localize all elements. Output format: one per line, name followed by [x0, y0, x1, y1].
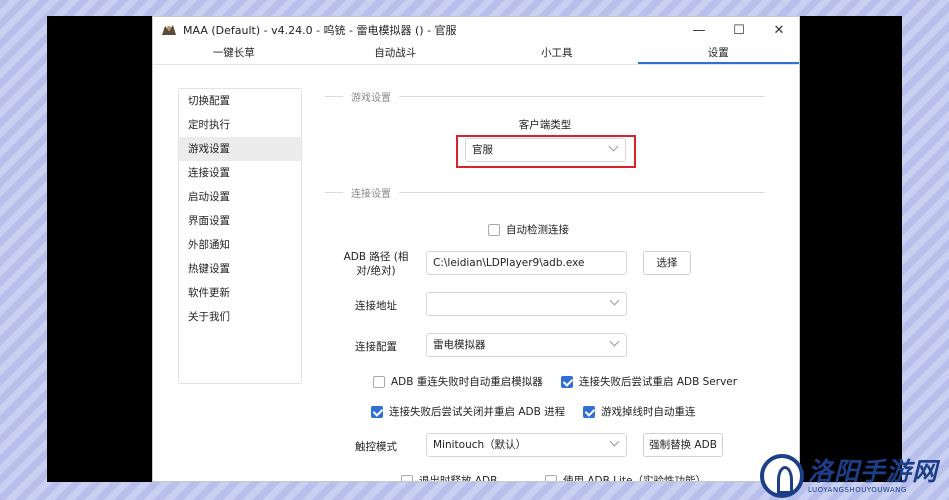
client-type-label: 客户端类型: [518, 119, 572, 131]
release-adb-checkbox[interactable]: 退出时释放 ADB: [401, 473, 498, 482]
chevron-down-icon: [609, 336, 620, 347]
auto-detect-label: 自动检测连接: [506, 224, 569, 236]
sidebar-item-hotkeys[interactable]: 热键设置: [179, 257, 301, 281]
auto-reconnect-label: 游戏掉线时自动重连: [601, 406, 696, 418]
connection-config-value: 雷电模拟器: [433, 339, 486, 351]
app-logo-icon: [161, 23, 177, 37]
game-settings-header: 游戏设置: [325, 89, 765, 104]
restart-emulator-label: ADB 重连失败时自动重启模拟器: [391, 376, 543, 388]
restart-adb-server-checkbox[interactable]: 连接失败后尝试重启 ADB Server: [561, 374, 737, 389]
touch-mode-label: 触控模式: [355, 441, 397, 453]
connection-config-label: 连接配置: [355, 341, 397, 353]
adb-lite-label: 使用 ADB Lite（实验性功能）: [563, 475, 706, 482]
auto-reconnect-checkbox[interactable]: 游戏掉线时自动重连: [583, 404, 696, 419]
sidebar-item-game-settings[interactable]: 游戏设置: [179, 137, 301, 161]
watermark-text-en: LUOYANGSHOUYOUWANG: [808, 486, 907, 494]
main-tabs: 一键长草 自动战斗 小工具 设置: [153, 43, 799, 65]
adb-lite-checkbox[interactable]: 使用 ADB Lite（实验性功能）: [545, 473, 706, 482]
watermark-text: 洛阳手游网 LUOYANGSHOUYOUWANG: [808, 457, 939, 495]
connection-address-select[interactable]: [426, 292, 627, 316]
select-adb-button[interactable]: 选择: [643, 251, 691, 275]
tab-one-click[interactable]: 一键长草: [153, 43, 315, 64]
kill-adb-process-checkbox[interactable]: 连接失败后尝试关闭并重启 ADB 进程: [371, 404, 565, 419]
settings-sidebar: 切换配置 定时执行 游戏设置 连接设置 启动设置 界面设置 外部通知 热键设置 …: [178, 88, 302, 384]
site-watermark: 洛阳手游网 LUOYANGSHOUYOUWANG: [760, 452, 949, 500]
auto-detect-checkbox[interactable]: 自动检测连接: [488, 222, 569, 237]
divider: [399, 192, 765, 193]
sidebar-item-interface[interactable]: 界面设置: [179, 209, 301, 233]
restart-adb-server-label: 连接失败后尝试重启 ADB Server: [579, 376, 738, 388]
checkbox-checked: [583, 405, 595, 418]
title-bar: MAA (Default) - v4.24.0 - 呜铳 - 雷电模拟器 () …: [153, 17, 799, 43]
touch-mode-value: Minitouch（默认）: [433, 439, 527, 451]
chevron-down-icon: [609, 295, 620, 306]
tab-settings[interactable]: 设置: [637, 43, 799, 64]
right-black-border: [800, 16, 902, 482]
restart-emulator-checkbox[interactable]: ADB 重连失败时自动重启模拟器: [373, 374, 543, 389]
adb-path-input[interactable]: C:\leidian\LDPlayer9\adb.exe: [426, 251, 627, 275]
tab-tools[interactable]: 小工具: [476, 43, 638, 64]
touch-mode-select[interactable]: Minitouch（默认）: [426, 433, 627, 457]
checkbox-box: [545, 474, 557, 481]
checkbox-checked: [371, 405, 383, 418]
close-button[interactable]: ✕: [759, 17, 799, 43]
kill-adb-process-label: 连接失败后尝试关闭并重启 ADB 进程: [389, 406, 566, 418]
left-black-border: [47, 16, 152, 482]
connection-config-select[interactable]: 雷电模拟器: [426, 333, 627, 357]
watermark-text-cn: 洛阳手游网: [808, 457, 939, 486]
divider: [399, 96, 765, 97]
adb-path-label: ADB 路径 (相对/绝对): [343, 251, 409, 277]
chevron-down-icon: [609, 436, 620, 447]
maa-window: MAA (Default) - v4.24.0 - 呜铳 - 雷电模拟器 () …: [152, 16, 800, 482]
checkbox-checked: [561, 375, 573, 388]
connection-settings-title: 连接设置: [351, 189, 391, 200]
checkbox-box: [373, 375, 385, 388]
sidebar-item-schedule[interactable]: 定时执行: [179, 113, 301, 137]
sidebar-item-notifications[interactable]: 外部通知: [179, 233, 301, 257]
maximize-button[interactable]: ☐: [719, 17, 759, 43]
window-title: MAA (Default) - v4.24.0 - 呜铳 - 雷电模拟器 () …: [183, 24, 457, 37]
sidebar-item-startup[interactable]: 启动设置: [179, 185, 301, 209]
minimize-button[interactable]: —: [679, 17, 719, 43]
client-type-highlight-box: [456, 135, 636, 168]
checkbox-box: [488, 223, 500, 236]
tab-auto-battle[interactable]: 自动战斗: [315, 43, 477, 64]
divider: [325, 96, 343, 97]
sidebar-item-connection[interactable]: 连接设置: [179, 161, 301, 185]
connection-address-label: 连接地址: [355, 300, 397, 312]
watermark-logo-icon: [760, 454, 804, 498]
connection-settings-header: 连接设置: [325, 185, 765, 200]
divider: [325, 192, 343, 193]
release-adb-label: 退出时释放 ADB: [419, 475, 498, 482]
sidebar-item-updates[interactable]: 软件更新: [179, 281, 301, 305]
checkbox-box: [401, 474, 413, 481]
force-replace-adb-button[interactable]: 强制替换 ADB: [643, 433, 723, 457]
sidebar-item-switch-config[interactable]: 切换配置: [179, 89, 301, 113]
sidebar-item-about[interactable]: 关于我们: [179, 305, 301, 329]
game-settings-title: 游戏设置: [351, 93, 391, 104]
